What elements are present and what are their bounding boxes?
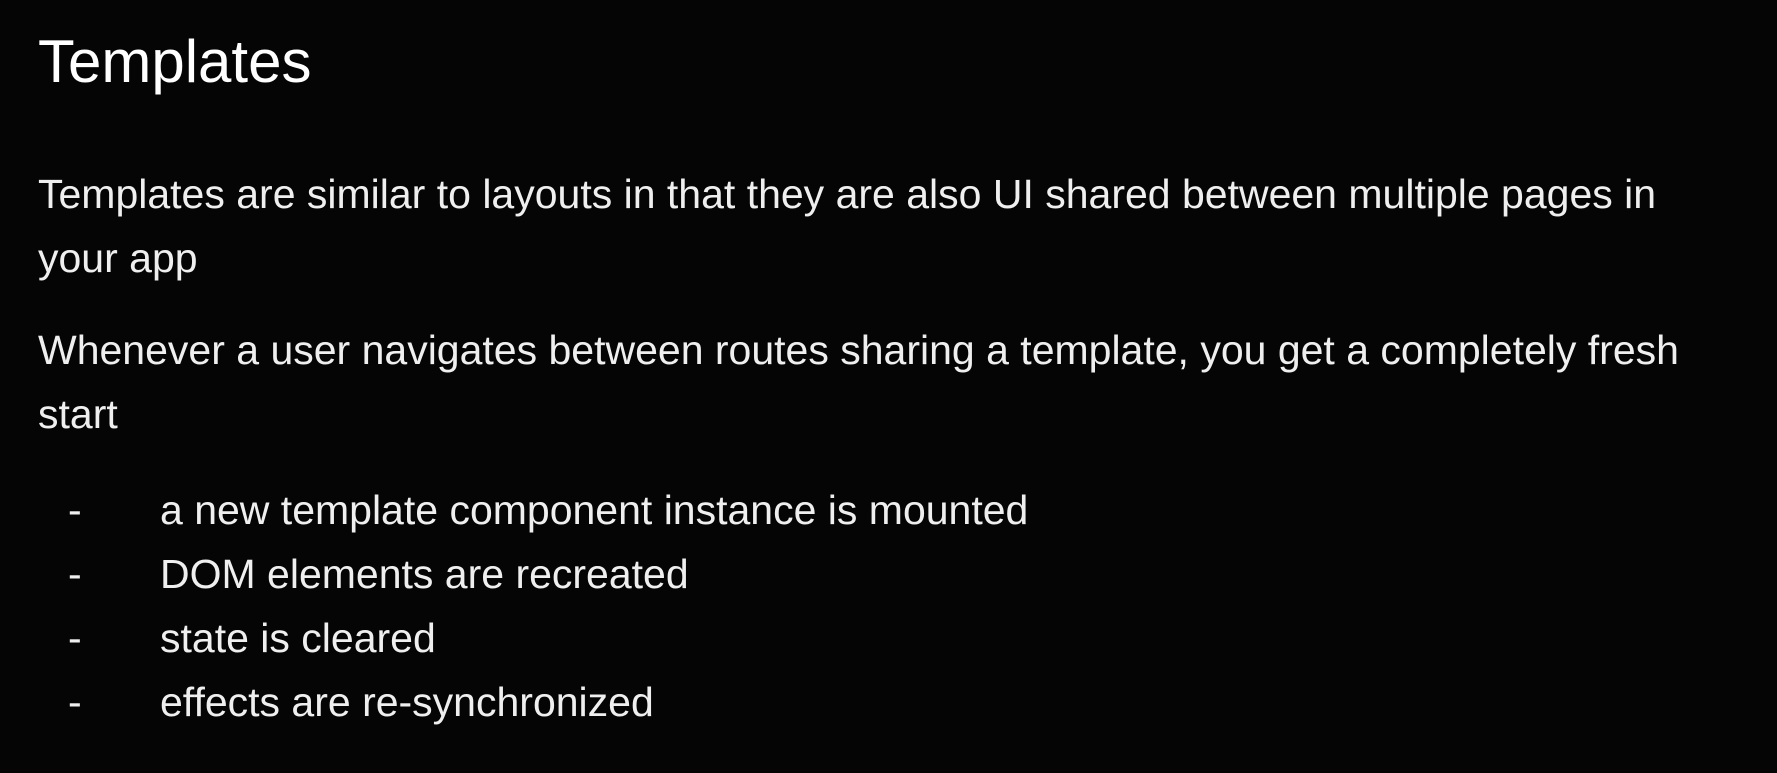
paragraph-templates-description: Templates are similar to layouts in that…	[38, 171, 1657, 281]
list-item: - DOM elements are recreated	[38, 542, 1028, 606]
bullet-dash: -	[68, 615, 82, 661]
bullet-list: - a new template component instance is m…	[38, 478, 1028, 734]
slide: Templates Templates are similar to layou…	[0, 0, 1777, 773]
bullet-text: DOM elements are recreated	[160, 551, 689, 597]
bullet-dash: -	[68, 487, 82, 533]
bullet-dash: -	[68, 679, 82, 725]
bullet-text: a new template component instance is mou…	[160, 487, 1029, 533]
list-item: - effects are re-synchronized	[38, 670, 1028, 734]
bullet-text: effects are re-synchronized	[160, 679, 654, 725]
paragraph-fresh-start: Whenever a user navigates between routes…	[38, 327, 1679, 437]
slide-title: Templates	[38, 28, 312, 95]
bullet-dash: -	[68, 551, 82, 597]
list-item: - state is cleared	[38, 606, 1028, 670]
bullet-text: state is cleared	[160, 615, 436, 661]
list-item: - a new template component instance is m…	[38, 478, 1028, 542]
